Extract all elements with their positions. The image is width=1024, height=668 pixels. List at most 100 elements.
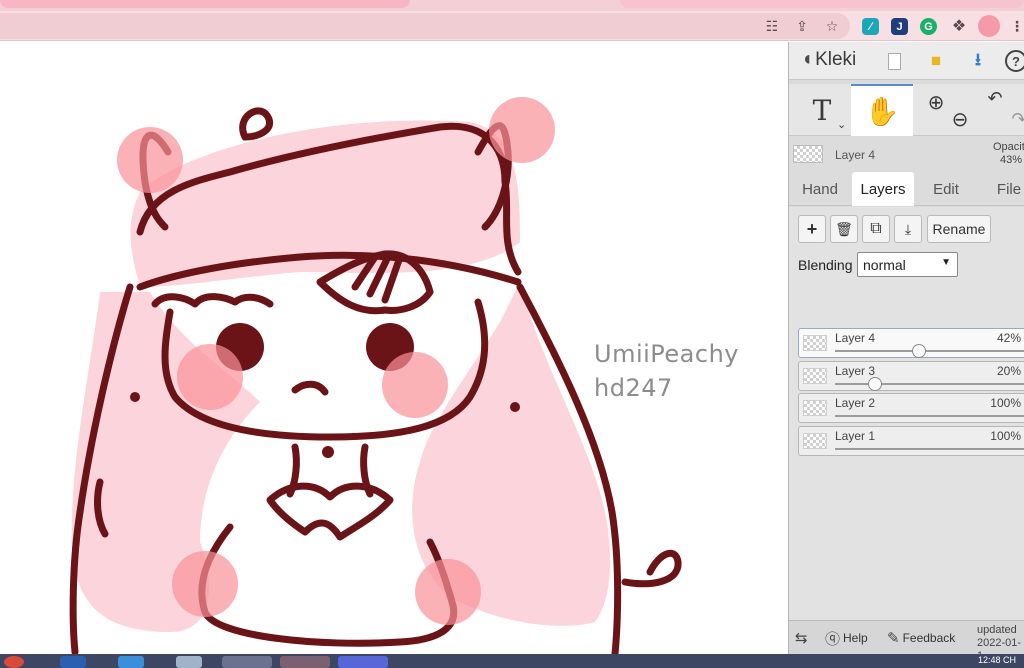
help-icon[interactable]: ? bbox=[1005, 50, 1024, 72]
extension-j-icon[interactable]: J bbox=[891, 18, 908, 35]
plus-icon: + bbox=[806, 218, 818, 239]
undo-button[interactable]: ↶ bbox=[983, 84, 1007, 136]
open-folder-icon[interactable]: ■ bbox=[924, 49, 948, 73]
swap-side-button[interactable]: ⇆ bbox=[795, 627, 808, 649]
blush-horn-left bbox=[117, 127, 183, 193]
frill bbox=[151, 293, 274, 308]
artist-watermark: UmiiPeachy hd247 bbox=[594, 337, 739, 405]
panel-tabs: Hand Layers Edit File bbox=[789, 172, 1024, 206]
layer-opacity-knob[interactable] bbox=[868, 377, 882, 391]
chrome-taskbar-icon[interactable] bbox=[4, 656, 24, 668]
extensions-puzzle-icon[interactable]: ❖ bbox=[949, 16, 969, 36]
blush-cheek-left bbox=[177, 344, 243, 410]
layer-thumbnail[interactable] bbox=[803, 368, 827, 384]
blending-label: Blending bbox=[798, 257, 853, 273]
trash-icon: 🗑︎ bbox=[835, 220, 853, 237]
duplicate-layer-button[interactable]: ⧉ bbox=[862, 215, 890, 243]
tail bbox=[621, 549, 682, 588]
redo-button[interactable]: ↷ bbox=[1007, 84, 1024, 136]
blush-cheek-right bbox=[382, 352, 448, 418]
updated-info[interactable]: updated 2022-01-1 bbox=[977, 624, 1024, 654]
tab-hand[interactable]: Hand bbox=[789, 172, 851, 206]
blank-page-shape bbox=[887, 52, 901, 70]
hand-tool-button[interactable]: ✋ bbox=[851, 84, 913, 136]
layer-opacity-slider[interactable] bbox=[835, 415, 1024, 417]
new-image-icon[interactable] bbox=[882, 49, 906, 73]
layer-name: Layer 4 bbox=[835, 331, 876, 345]
dot bbox=[130, 392, 140, 402]
taskbar: 12:48 CH bbox=[0, 654, 1024, 668]
text-tool-button[interactable]: T ⌄ bbox=[797, 84, 847, 136]
layers-panel: + 🗑︎ ⧉ ⤓ Rename Blending normal ▼ Layer … bbox=[789, 207, 1024, 647]
dot bbox=[510, 402, 520, 412]
panel-footer: ⇆ ⓠ Help ✎ Feedback updated 2022-01-1 bbox=[789, 620, 1024, 654]
discord-taskbar-icon[interactable] bbox=[338, 656, 388, 668]
profile-avatar[interactable] bbox=[978, 15, 1000, 37]
kleki-bird-icon: ◖ bbox=[801, 48, 814, 70]
chrome-active-taskbar-icon[interactable] bbox=[280, 656, 330, 668]
browser-tab-active[interactable] bbox=[620, 0, 1024, 8]
layer-opacity-slider[interactable] bbox=[835, 448, 1024, 450]
layer-opacity-knob[interactable] bbox=[912, 344, 926, 358]
layer-item[interactable]: Layer 4 42% bbox=[798, 328, 1024, 358]
taskbar-clock[interactable]: 12:48 CH bbox=[978, 655, 1016, 665]
kleki-side-panel: ◖ Kleki ■ ⭳ ? T ⌄ ✋ ⊕ ⊖ ↶ ↷ Layer 4 bbox=[788, 42, 1024, 654]
layer-opacity-slider[interactable] bbox=[835, 383, 1024, 385]
feedback-icon: ✎ bbox=[887, 630, 900, 647]
tab-layers[interactable]: Layers bbox=[852, 172, 914, 206]
browser-tab-strip bbox=[0, 0, 1024, 11]
kleki-logo[interactable]: ◖ Kleki bbox=[801, 48, 856, 71]
layer-item[interactable]: Layer 2 100% bbox=[798, 393, 1024, 423]
layer-name: Layer 3 bbox=[835, 364, 876, 378]
layer-opacity-slider[interactable] bbox=[835, 350, 1024, 352]
bookmark-star-icon[interactable]: ☆ bbox=[822, 16, 842, 36]
word-taskbar-icon[interactable] bbox=[60, 656, 86, 668]
layer-name: Layer 1 bbox=[835, 429, 876, 443]
current-layer-preview: Layer 4 Opacit 43% bbox=[789, 138, 1024, 174]
rename-layer-button[interactable]: Rename bbox=[927, 215, 991, 243]
tab-edit[interactable]: Edit bbox=[915, 172, 977, 206]
chevron-down-icon: ⌄ bbox=[837, 118, 847, 131]
chevron-down-icon: ▼ bbox=[941, 257, 951, 268]
layer-opacity-value: 100% bbox=[990, 396, 1021, 410]
feedback-button[interactable]: ✎ Feedback bbox=[887, 627, 955, 649]
undo-icon: ↶ bbox=[987, 88, 1003, 108]
layer-thumbnail[interactable] bbox=[803, 400, 827, 416]
translate-icon[interactable]: ☷ bbox=[762, 16, 782, 36]
tab-file[interactable]: File bbox=[978, 172, 1024, 206]
share-icon[interactable]: ⇪ bbox=[792, 16, 812, 36]
layer-thumbnail[interactable] bbox=[803, 335, 827, 351]
delete-layer-button[interactable]: 🗑︎ bbox=[830, 215, 858, 243]
current-opacity-label: Opacit bbox=[993, 141, 1024, 153]
layer-item[interactable]: Layer 3 20% bbox=[798, 361, 1024, 391]
zoom-out-button[interactable]: ⊖ bbox=[945, 84, 975, 136]
layer-name: Layer 2 bbox=[835, 396, 876, 410]
watermark-id: hd247 bbox=[594, 374, 673, 402]
blending-select[interactable]: normal ▼ bbox=[857, 252, 958, 277]
help-button[interactable]: ⓠ Help bbox=[825, 627, 868, 649]
address-bar[interactable] bbox=[0, 13, 850, 39]
browser-toolbar: ☷ ⇪ ☆ ∕ J G ❖ ⋮ bbox=[0, 11, 1024, 41]
download-icon[interactable]: ⭳ bbox=[966, 49, 990, 73]
extension-notes-icon[interactable]: ∕ bbox=[862, 18, 879, 35]
paint-taskbar-icon[interactable] bbox=[222, 656, 272, 668]
layer-thumbnail[interactable] bbox=[803, 433, 827, 449]
layer-opacity-value: 20% bbox=[996, 364, 1021, 378]
dot bbox=[322, 446, 334, 458]
layer-opacity-value: 100% bbox=[990, 429, 1021, 443]
layer-opacity-value: 42% bbox=[996, 331, 1021, 345]
merge-down-icon: ⤓ bbox=[904, 220, 912, 237]
app-taskbar-icon[interactable] bbox=[176, 656, 202, 668]
layer-item[interactable]: Layer 1 100% bbox=[798, 426, 1024, 456]
duplicate-icon: ⧉ bbox=[870, 220, 882, 237]
browser-menu-icon[interactable]: ⋮ bbox=[1010, 16, 1024, 36]
drawing-canvas[interactable]: UmiiPeachy hd247 bbox=[0, 42, 788, 654]
app-taskbar-icon[interactable] bbox=[118, 656, 144, 668]
merge-down-button[interactable]: ⤓ bbox=[894, 215, 922, 243]
extension-grammarly-icon[interactable]: G bbox=[920, 18, 937, 35]
current-layer-name: Layer 4 bbox=[835, 148, 876, 162]
current-layer-thumbnail[interactable] bbox=[793, 145, 823, 163]
browser-tab[interactable] bbox=[0, 0, 410, 8]
add-layer-button[interactable]: + bbox=[798, 215, 826, 243]
zoom-in-icon: ⊕ bbox=[927, 92, 945, 114]
